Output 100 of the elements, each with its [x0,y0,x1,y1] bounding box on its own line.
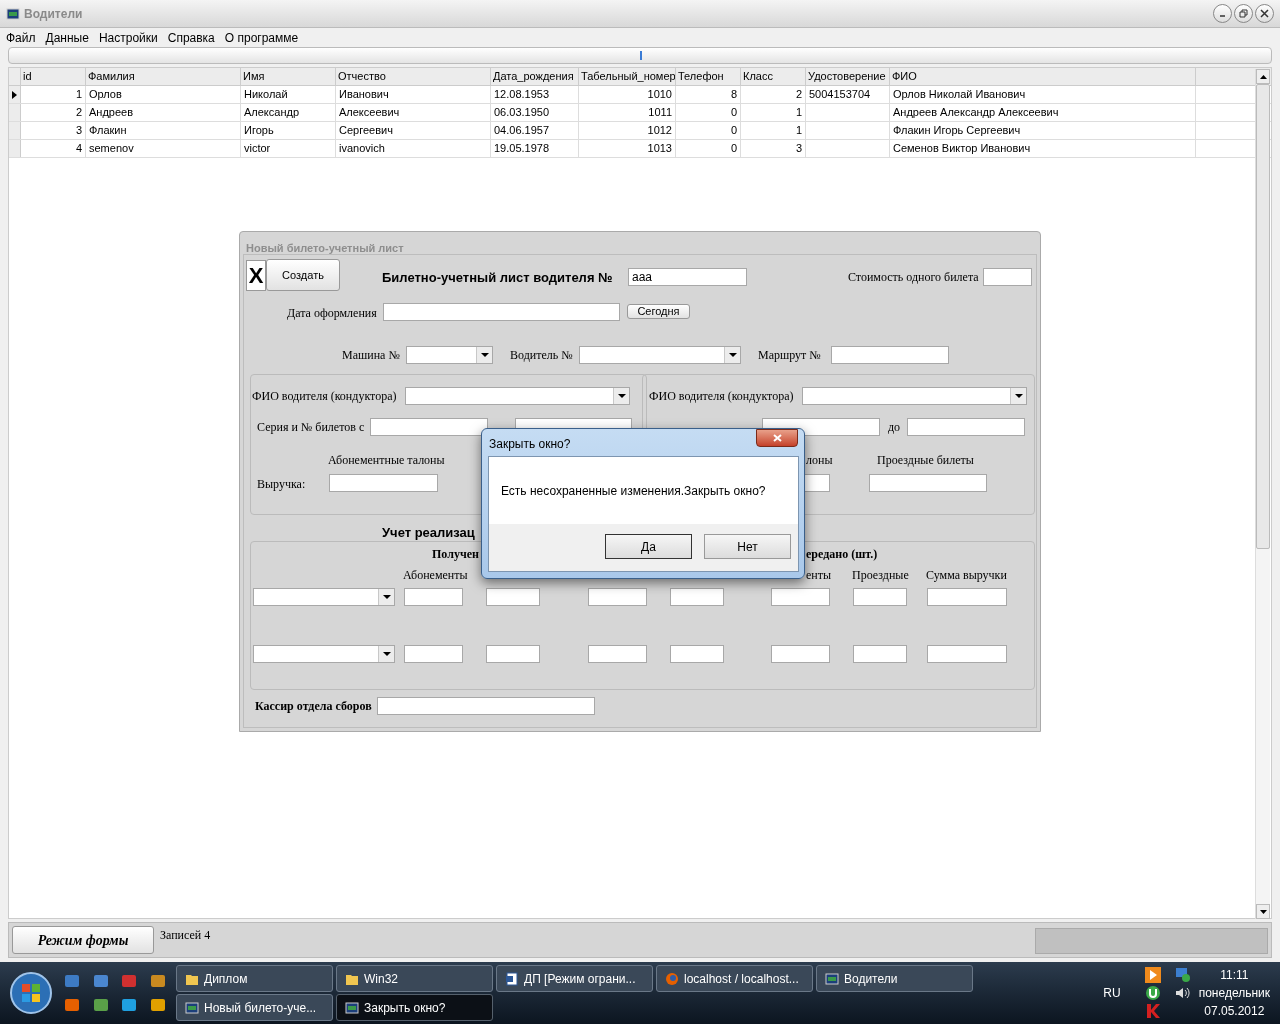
column-header[interactable]: Класс [741,68,806,85]
column-header[interactable]: Табельный_номер [579,68,676,85]
field-label: Водитель № [510,348,573,362]
close-button[interactable] [1255,4,1274,23]
scrollbar[interactable] [1255,69,1270,919]
field-label: лоны [806,453,833,467]
table-cell: 0 [676,104,741,121]
input-field[interactable] [404,588,463,606]
table-cell: 0 [676,122,741,139]
input-field[interactable] [370,418,488,436]
combo-box[interactable] [802,387,1027,405]
dialog-button[interactable]: Нет [704,534,791,559]
row-indicator[interactable] [9,86,21,103]
today-button[interactable]: Сегодня [627,304,690,319]
input-field[interactable] [588,588,647,606]
input-field[interactable]: aaa [628,268,747,286]
form-title: Новый билето-учетный лист [246,241,404,256]
input-field[interactable] [377,697,595,715]
create-button[interactable]: Создать [266,259,340,291]
field-label: ередано (шт.) [806,547,878,561]
table-cell: Алексеевич [336,104,491,121]
combo-box[interactable] [253,588,395,606]
torrent-icon[interactable] [1144,985,1161,1001]
input-field[interactable] [771,588,830,606]
dialog-button[interactable]: Да [605,534,692,559]
taskbar-button[interactable]: Новый билето-уче... [176,994,333,1021]
quick-launch-icon[interactable] [64,997,80,1013]
input-field[interactable] [869,474,987,492]
column-header[interactable]: Имя [241,68,336,85]
quick-launch-icon[interactable] [149,997,166,1013]
combo-box[interactable] [406,346,493,364]
network-icon[interactable] [1174,967,1191,983]
quick-launch-icon[interactable] [92,973,109,989]
input-field[interactable] [486,645,540,663]
close-form-button[interactable]: X [246,260,266,291]
input-field[interactable] [329,474,438,492]
combo-box[interactable] [253,645,395,663]
taskbar-button[interactable]: Водители [816,965,973,992]
column-header[interactable]: Фамилия [86,68,241,85]
table-cell: Андреев [86,104,241,121]
clock-date[interactable]: 07.05.2012 [1204,1002,1265,1020]
table-cell: semenov [86,140,241,157]
input-field[interactable] [404,645,463,663]
input-field[interactable] [588,645,647,663]
table-cell: Семенов Виктор Иванович [890,140,1196,157]
input-field[interactable] [670,645,724,663]
input-field[interactable] [771,645,830,663]
combo-box[interactable] [405,387,630,405]
input-field[interactable] [486,588,540,606]
column-header[interactable]: id [21,68,86,85]
input-field[interactable] [831,346,949,364]
column-header[interactable]: Дата_рождения [491,68,579,85]
field-label: Проездные билеты [877,453,974,467]
close-button[interactable] [756,429,798,447]
speaker-icon[interactable] [1174,985,1191,1001]
table-cell: 8 [676,86,741,103]
column-header[interactable]: Телефон [676,68,741,85]
column-header[interactable]: Отчество [336,68,491,85]
taskbar-button[interactable]: Диплом [176,965,333,992]
input-field[interactable] [983,268,1032,286]
menu-item[interactable]: Справка [167,28,215,47]
language-indicator[interactable]: RU [1103,984,1121,1002]
clock-weekday[interactable]: понедельник [1198,984,1270,1002]
input-field[interactable] [383,303,620,321]
taskbar-button[interactable]: localhost / localhost... [656,965,813,992]
input-field[interactable] [927,645,1007,663]
taskbar-button[interactable]: Закрыть окно? [336,994,493,1021]
app-icon [345,1000,359,1015]
table-cell: 5004153704 [806,86,890,103]
form-mode-button[interactable]: Режим формы [12,926,154,954]
antivirus-icon[interactable] [1144,1003,1161,1019]
menu-item[interactable]: О программе [224,28,299,47]
table-cell: Сергеевич [336,122,491,139]
input-field[interactable] [670,588,724,606]
input-field[interactable] [927,588,1007,606]
start-button-icon[interactable] [9,971,53,1015]
menu-item[interactable]: Настройки [98,28,158,47]
column-header[interactable]: Удостоверение [806,68,890,85]
menu-item[interactable]: Данные [45,28,89,47]
quick-launch-icon[interactable] [121,997,137,1013]
minimize-button[interactable] [1213,4,1232,23]
field-label: енты [806,568,832,582]
dropdown-arrow-icon [617,394,626,398]
scroll-down-icon [1259,909,1267,914]
column-header[interactable]: ФИО [890,68,1196,85]
menu-item[interactable]: Файл [6,28,36,47]
input-field[interactable] [853,645,907,663]
clock-time[interactable]: 11:11 [1220,966,1249,984]
dropdown-arrow-icon [480,353,489,357]
field-label: Получен [432,547,479,561]
input-field[interactable] [907,418,1025,436]
input-field[interactable] [853,588,907,606]
taskbar-button[interactable]: Win32 [336,965,493,992]
taskbar-button[interactable]: ДП [Режим ограни... [496,965,653,992]
quick-launch-icon[interactable] [92,997,109,1013]
media-icon[interactable] [1144,967,1161,983]
combo-box[interactable] [579,346,741,364]
restore-button[interactable] [1234,4,1253,23]
quick-launch-icon[interactable] [64,973,80,989]
quick-launch-icon[interactable] [149,973,166,989]
